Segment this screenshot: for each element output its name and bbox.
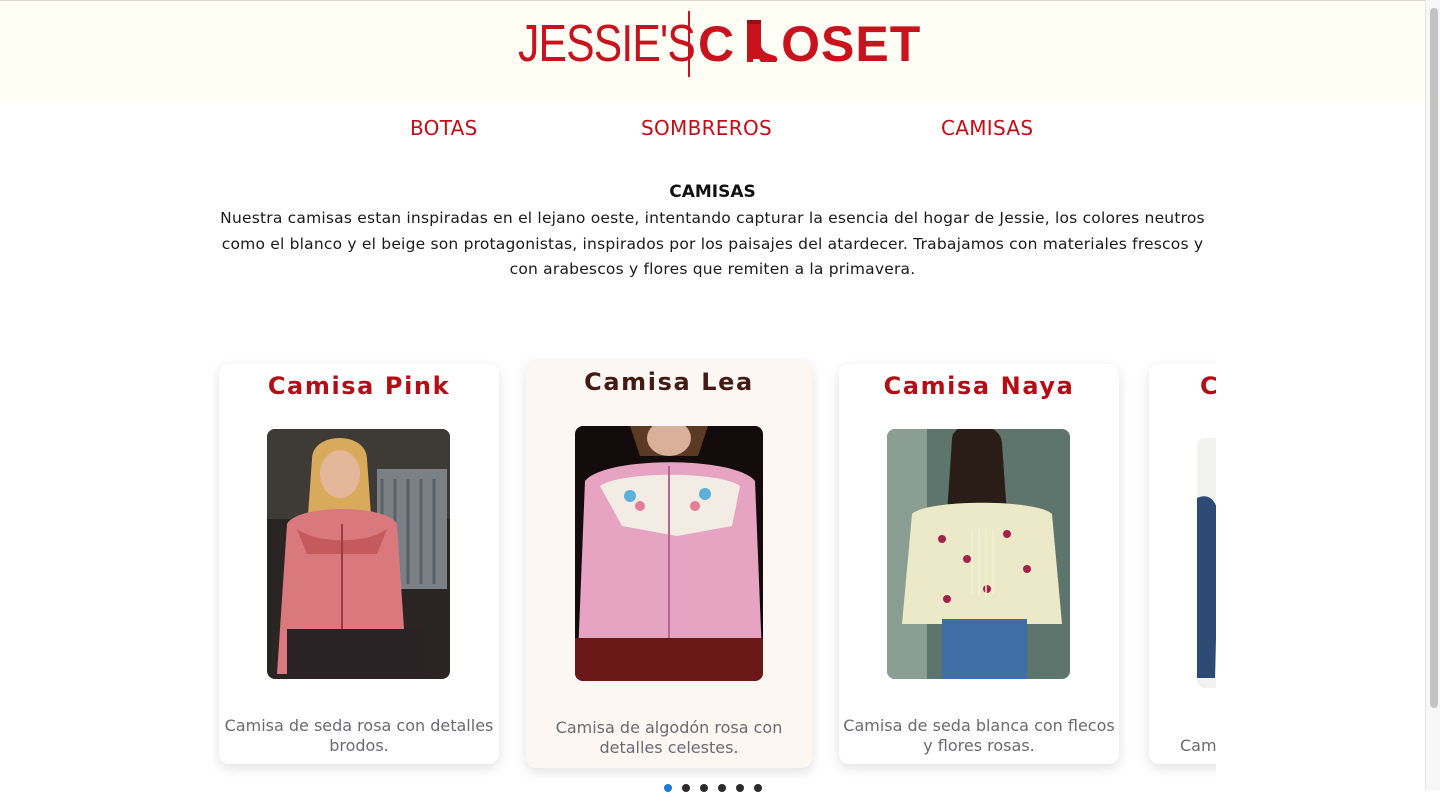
- product-title: Camisa Lea: [584, 368, 754, 396]
- product-image[interactable]: [267, 429, 450, 679]
- shirt-photo-naya: [887, 429, 1070, 679]
- carousel-dot[interactable]: [664, 784, 672, 792]
- shirt-photo-4: [1197, 438, 1216, 688]
- brand-logo[interactable]: JESSIE'S C OSET: [518, 9, 921, 79]
- product-description: Camisa de algodón rosa con detalles cele…: [555, 718, 783, 757]
- product-card-lea[interactable]: Camisa Lea Camisa de algodón rosa con de…: [526, 360, 812, 768]
- section-description: Nuestra camisas estan inspiradas en el l…: [220, 209, 1205, 278]
- site-header: JESSIE'S C OSET: [0, 0, 1425, 101]
- product-title: Camisa Pink: [267, 372, 451, 400]
- shirt-photo-lea: [575, 426, 763, 681]
- product-card-naya[interactable]: Camisa Naya Camisa de seda blanca con fl…: [839, 364, 1119, 764]
- product-image[interactable]: [887, 429, 1070, 679]
- product-card-4[interactable]: C Cami: [1149, 364, 1216, 764]
- carousel-dot[interactable]: [754, 784, 762, 792]
- carousel-dot[interactable]: [682, 784, 690, 792]
- product-carousel[interactable]: Camisa Pink Camisa de seda rosa con deta…: [212, 340, 1216, 790]
- product-description: Camisa de seda blanca con flecos y flore…: [843, 716, 1115, 755]
- scrollbar-thumb[interactable]: [1430, 8, 1438, 708]
- product-image[interactable]: [1197, 438, 1216, 688]
- carousel-dot[interactable]: [736, 784, 744, 792]
- section-title: CAMISAS: [669, 182, 756, 202]
- shirt-photo-pink: [267, 429, 450, 679]
- category-nav: BOTAS SOMBREROS CAMISAS: [0, 116, 1425, 146]
- carousel-dots: [664, 784, 762, 792]
- logo-letters-oset: OSET: [781, 16, 922, 72]
- carousel-dot[interactable]: [718, 784, 726, 792]
- logo-letter-c: C: [698, 16, 736, 72]
- logo-text-right: C OSET: [698, 15, 921, 73]
- product-image[interactable]: [575, 426, 763, 681]
- carousel-dot[interactable]: [700, 784, 708, 792]
- product-title: Camisa Naya: [883, 372, 1075, 400]
- nav-link-camisas[interactable]: CAMISAS: [941, 116, 1033, 140]
- product-description: Camisa de seda rosa con detalles brodos.: [224, 716, 494, 755]
- product-card-pink[interactable]: Camisa Pink Camisa de seda rosa con deta…: [219, 364, 499, 764]
- cowboy-boot-icon: [747, 20, 778, 62]
- product-title: C: [1200, 372, 1216, 400]
- nav-link-sombreros[interactable]: SOMBREROS: [641, 116, 772, 140]
- product-description: Cami: [1180, 736, 1216, 755]
- page-scrollbar[interactable]: [1425, 0, 1440, 790]
- logo-text-left: JESSIE'S: [518, 15, 696, 73]
- nav-link-botas[interactable]: BOTAS: [410, 116, 478, 140]
